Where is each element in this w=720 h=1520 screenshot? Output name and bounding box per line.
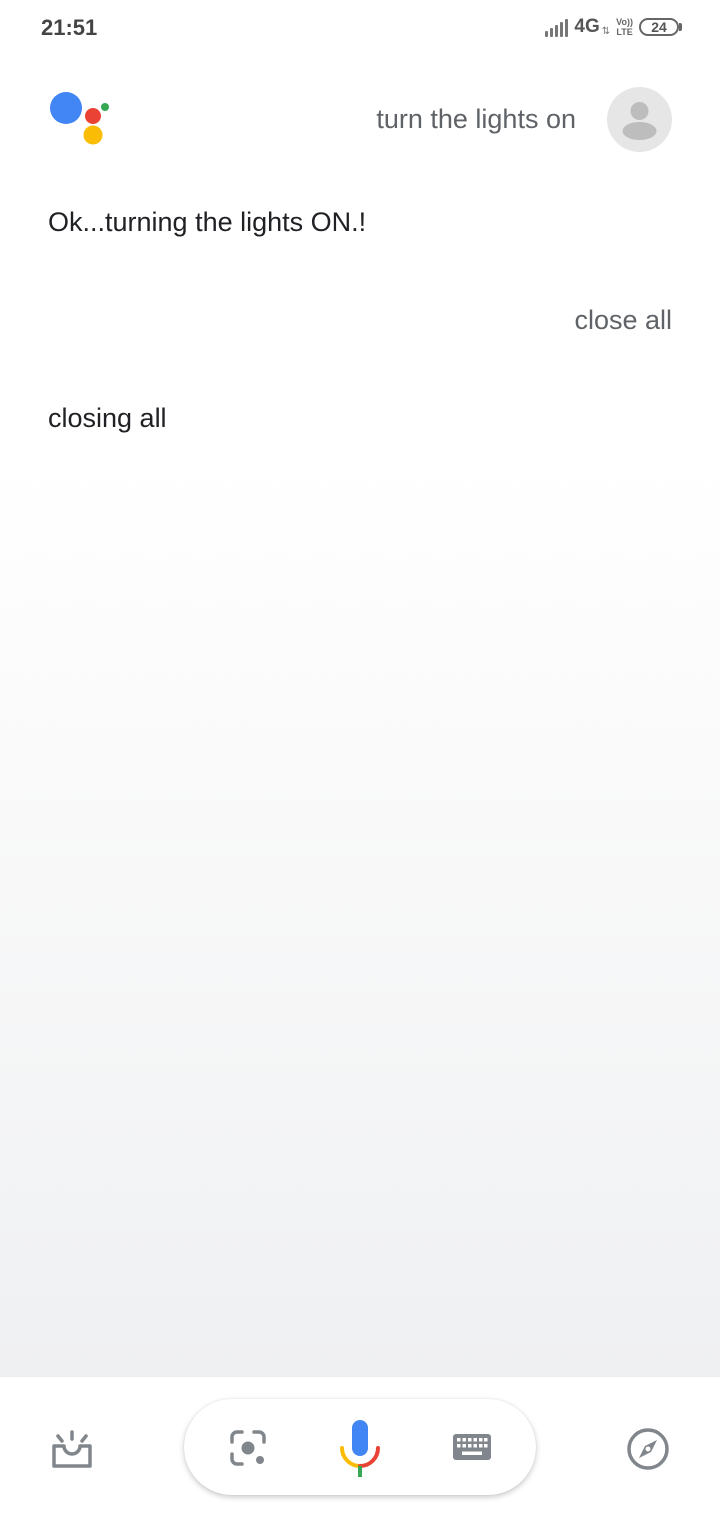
data-arrows-icon: ⇅ [601, 25, 611, 37]
google-assistant-logo-icon [48, 88, 112, 152]
assistant-input-pill [184, 1399, 536, 1495]
status-time: 21:51 [41, 15, 98, 40]
assistant-reply-1: Ok...turning the lights ON.! [48, 207, 367, 237]
battery-icon: 24 [639, 18, 682, 36]
volte-top-label: Vo)) [616, 17, 633, 27]
keyboard-icon[interactable] [452, 1433, 492, 1461]
signal-strength-icon [545, 17, 569, 37]
bottom-action-bar [0, 1376, 720, 1520]
status-icons: 4G ⇅ Vo)) LTE 24 [545, 16, 682, 38]
volte-icon: Vo)) LTE [616, 17, 633, 37]
user-query-1[interactable]: turn the lights on [376, 104, 576, 135]
volte-bottom-label: LTE [616, 27, 633, 37]
compass-explore-icon[interactable] [626, 1427, 670, 1471]
status-bar: 21:51 4G ⇅ Vo)) LTE 24 [0, 0, 720, 60]
user-avatar-icon[interactable] [607, 87, 672, 152]
battery-tip [679, 23, 682, 31]
battery-level: 24 [639, 18, 679, 36]
network-type: 4G [574, 16, 600, 37]
snapshot-updates-icon[interactable] [50, 1430, 94, 1470]
google-lens-icon[interactable] [228, 1428, 268, 1468]
assistant-reply-2: closing all [48, 403, 167, 433]
user-query-2[interactable]: close all [574, 305, 672, 336]
microphone-icon[interactable] [338, 1420, 382, 1478]
